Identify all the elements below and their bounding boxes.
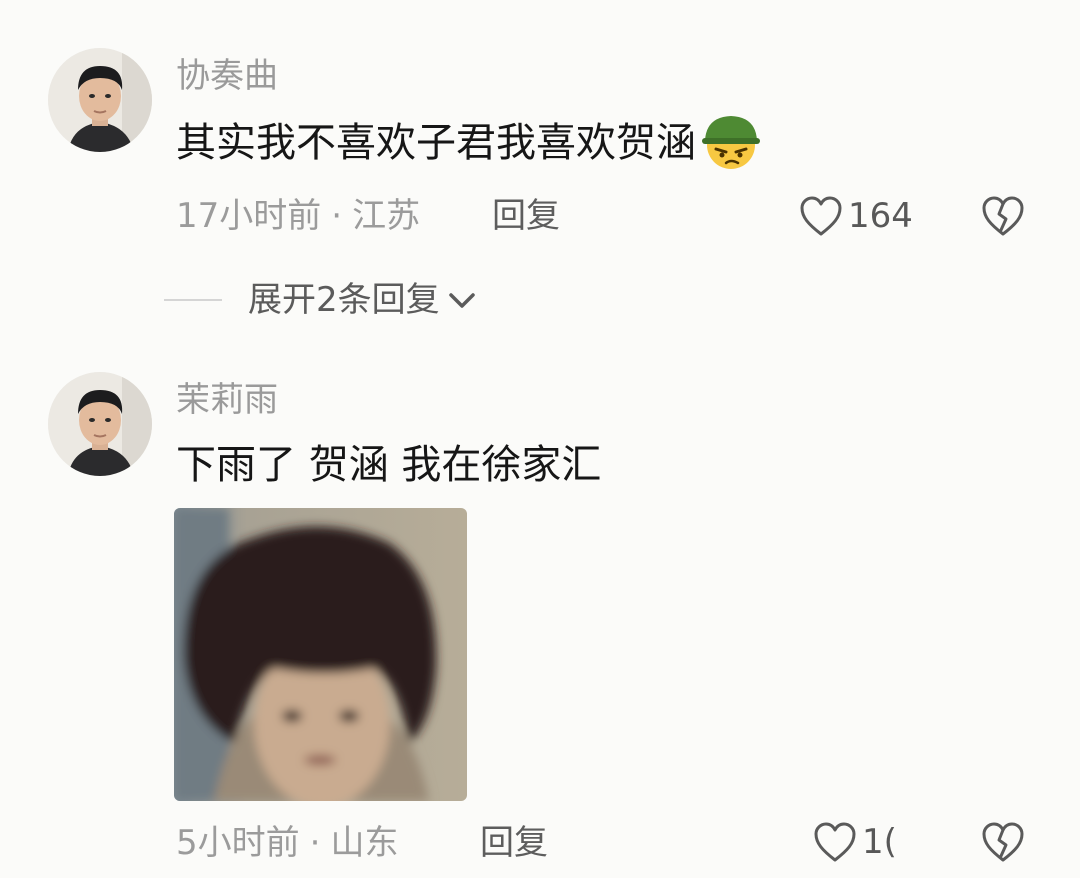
comment-text: 下雨了 贺涵 我在徐家汇: [176, 442, 602, 488]
broken-heart-icon: [982, 822, 1024, 862]
comment-meta: 17小时前 · 江苏: [176, 196, 420, 236]
comment-time: 5小时前: [176, 823, 300, 863]
reply-button[interactable]: 回复: [492, 196, 560, 236]
avatar[interactable]: [48, 372, 152, 476]
meta-separator: ·: [331, 196, 343, 236]
comment-location: 江苏: [352, 196, 421, 236]
like-count: 164: [848, 196, 913, 236]
comment-item: 茉莉雨 下雨了 贺涵 我在徐家汇 5小时前 · 山东 回复 1(: [0, 340, 1080, 878]
comment-time: 17小时前: [176, 196, 322, 236]
expand-replies-label: 展开2条回复: [248, 280, 440, 320]
comment-section: 协奏曲 其实我不喜欢子君我喜欢贺涵 17小时前 · 江苏 回复 164 展开2条…: [0, 0, 1080, 878]
comment-username[interactable]: 协奏曲: [176, 56, 278, 96]
dislike-button[interactable]: [980, 820, 1026, 868]
expand-replies-button[interactable]: 展开2条回复: [164, 280, 478, 320]
comment-text-content: 其实我不喜欢子君我喜欢贺涵: [176, 120, 696, 166]
dislike-button[interactable]: [980, 194, 1026, 242]
broken-heart-icon: [982, 196, 1024, 236]
chevron-down-icon: [448, 293, 475, 308]
heart-outline-icon: [814, 822, 856, 862]
comment-location: 山东: [330, 823, 399, 863]
comment-text: 其实我不喜欢子君我喜欢贺涵: [176, 116, 764, 171]
attached-image[interactable]: [174, 508, 467, 801]
like-count: 1(: [862, 822, 897, 862]
like-button[interactable]: 1(: [812, 820, 897, 864]
avatar[interactable]: [48, 48, 152, 152]
comment-meta: 5小时前 · 山东: [176, 823, 398, 863]
heart-outline-icon: [800, 196, 842, 236]
reply-button[interactable]: 回复: [480, 823, 548, 863]
meta-separator: ·: [309, 823, 321, 863]
photo-person-with-bob-haircut: [174, 508, 467, 801]
like-button[interactable]: 164: [798, 194, 913, 238]
comment-item: 协奏曲 其实我不喜欢子君我喜欢贺涵 17小时前 · 江苏 回复 164 展开2条…: [0, 0, 1080, 330]
comment-username[interactable]: 茉莉雨: [176, 380, 278, 420]
soldier-helmet-frowning-emoji-icon: [702, 116, 760, 169]
divider: [164, 299, 222, 301]
